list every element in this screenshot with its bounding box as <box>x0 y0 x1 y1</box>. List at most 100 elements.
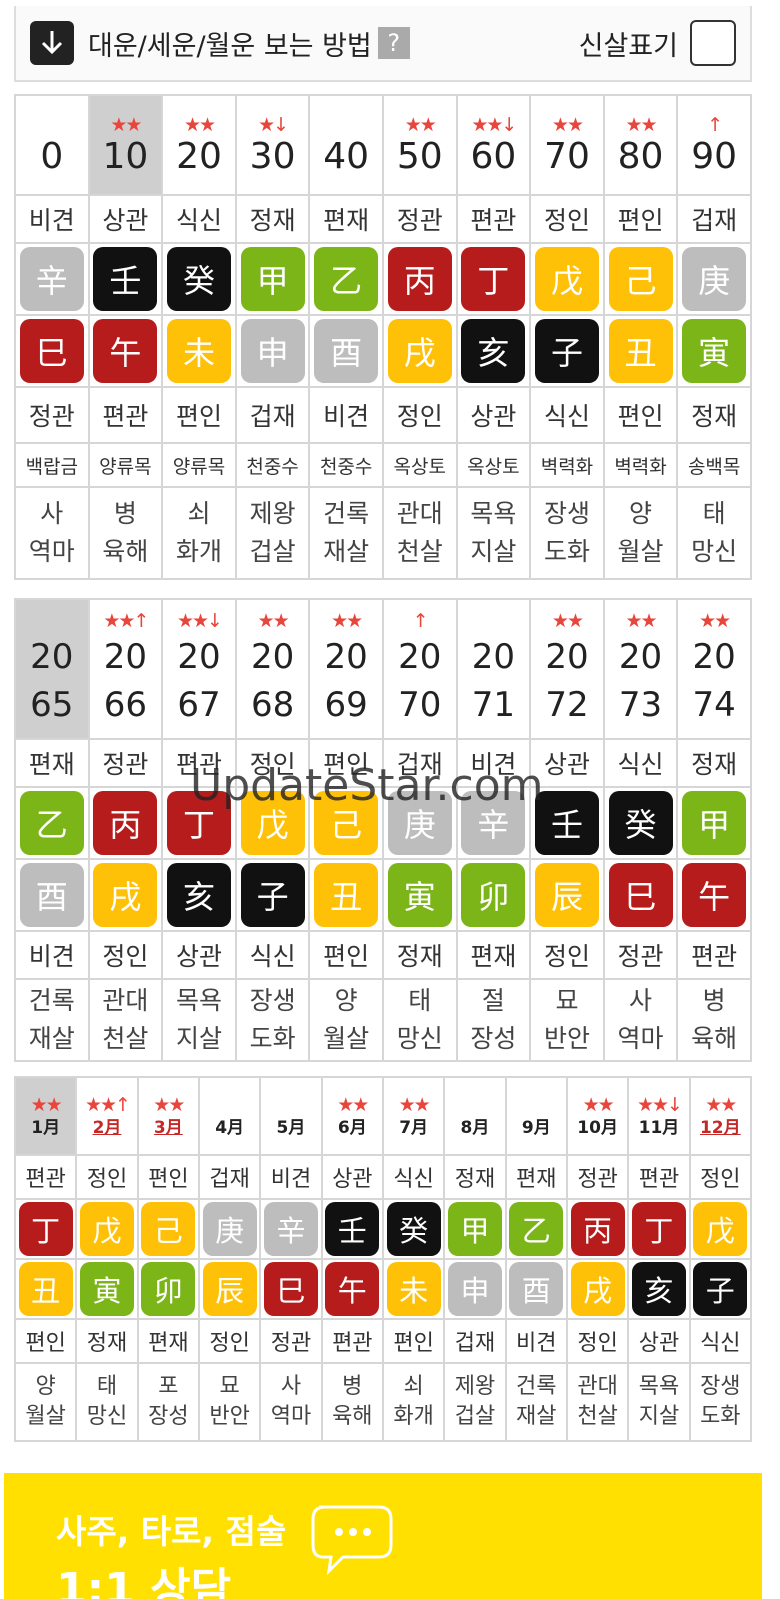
branch-cell: 亥 <box>455 314 532 388</box>
ten-god-top: 상관 <box>87 194 164 244</box>
wolun-month-cell[interactable]: ★★ 6月 <box>320 1076 384 1156</box>
daeun-age-cell[interactable]: ★★ 20 <box>161 94 237 196</box>
branch-cell: 未 <box>381 1258 446 1320</box>
stem-cell: 甲 <box>234 242 311 316</box>
seun-year-cell[interactable]: ★★↑ 20 66 <box>87 598 164 740</box>
daeun-age: 50 <box>396 136 443 177</box>
ten-god-bottom: 정재 <box>676 386 752 444</box>
star-mark <box>508 1093 565 1117</box>
daeun-age-cell[interactable]: ★★↓ 60 <box>455 94 532 196</box>
branch-cell: 午 <box>676 858 752 932</box>
wolun-month-cell[interactable]: 4月 <box>197 1076 262 1156</box>
twelve-stage: 관대 <box>577 1374 618 1399</box>
branch-cell: 寅 <box>75 1258 139 1320</box>
star-mark: ★★ <box>331 610 363 632</box>
howto-link[interactable]: 대운/세운/월운 보는 방법 <box>88 24 372 63</box>
year-bottom: 72 <box>545 685 589 725</box>
stem-cell: 辛 <box>14 242 90 316</box>
daeun-age-cell[interactable]: ★★ 10 <box>87 94 164 196</box>
seun-year-cell[interactable]: ↑ 20 70 <box>381 598 458 740</box>
ten-god-top: 정관 <box>381 194 458 244</box>
ten-god-bottom: 정관 <box>259 1318 323 1364</box>
seun-year-cell[interactable]: ★★ 20 74 <box>676 598 752 740</box>
heavenly-stem: 甲 <box>240 247 305 311</box>
ten-god-top: 비견 <box>14 194 90 244</box>
branch-cell: 酉 <box>308 314 384 388</box>
ten-god-bottom: 정관 <box>602 930 679 980</box>
ten-god-bottom: 비견 <box>308 386 384 444</box>
twelve-stage: 목욕 <box>638 1374 680 1399</box>
wolun-month-cell[interactable]: ★★ 7月 <box>381 1076 446 1156</box>
twelve-stage-cell: 태 망신 <box>676 486 752 580</box>
seun-year-cell[interactable]: ★★↓ 20 67 <box>161 598 237 740</box>
star-mark: ★★ <box>699 610 731 632</box>
daeun-age-cell[interactable]: ↑ 90 <box>676 94 752 196</box>
seun-year-cell[interactable]: ★★ 20 73 <box>602 598 679 740</box>
star-mark <box>446 1093 503 1117</box>
star-mark <box>17 609 87 633</box>
daeun-age-cell[interactable]: ★★ 50 <box>381 94 458 196</box>
twelve-sinsal: 지살 <box>638 1404 680 1429</box>
earthly-branch: 巳 <box>263 1262 318 1316</box>
wolun-month-cell[interactable]: 8月 <box>443 1076 507 1156</box>
earthly-branch: 酉 <box>19 863 84 927</box>
seun-year-cell[interactable]: 20 65 <box>14 598 90 740</box>
stem-cell: 庚 <box>197 1198 262 1260</box>
twelve-sinsal: 망신 <box>396 1024 443 1053</box>
daeun-age-cell[interactable]: 0 <box>14 94 90 196</box>
wolun-month-cell[interactable]: 9月 <box>504 1076 568 1156</box>
ten-god-top: 편재 <box>308 194 384 244</box>
earthly-branch: 丑 <box>608 319 673 383</box>
napeum: 송백목 <box>676 442 752 488</box>
daeun-age-cell[interactable]: ★★ 80 <box>602 94 679 196</box>
year-bottom: 66 <box>103 685 148 725</box>
wolun-month-cell[interactable]: ★★ 3月 <box>136 1076 200 1156</box>
seun-year-cell[interactable]: ★★ 20 72 <box>529 598 605 740</box>
twelve-stage-cell: 쇠 화개 <box>381 1362 446 1442</box>
daeun-age: 20 <box>176 136 222 177</box>
earthly-branch: 丑 <box>314 863 379 927</box>
year-bottom: 69 <box>324 685 368 725</box>
sinsal-checkbox[interactable] <box>690 20 736 66</box>
twelve-sinsal: 망신 <box>86 1404 128 1429</box>
consult-banner[interactable]: 사주, 타로, 점술 1:1 상담 <box>4 1473 762 1599</box>
ten-god-bottom: 겁재 <box>234 386 311 444</box>
twelve-stage: 태 <box>96 1374 118 1399</box>
daeun-age-cell[interactable]: ★↓ 30 <box>234 94 311 196</box>
year-top: 20 <box>177 637 221 677</box>
year-top: 20 <box>30 637 74 677</box>
twelve-stage-cell: 양 월살 <box>308 978 384 1062</box>
star-mark: ★★ <box>625 610 658 632</box>
wolun-month-cell[interactable]: ★★↓ 11月 <box>627 1076 691 1156</box>
twelve-sinsal: 월살 <box>617 537 664 566</box>
twelve-sinsal: 장성 <box>470 1024 517 1053</box>
seun-year-cell[interactable]: ★★ 20 68 <box>234 598 311 740</box>
download-icon[interactable] <box>30 21 74 65</box>
earthly-branch: 申 <box>240 319 305 383</box>
daeun-age-cell[interactable]: ★★ 70 <box>529 94 605 196</box>
heavenly-stem: 丁 <box>18 1202 73 1256</box>
ten-god-bottom: 겁재 <box>443 1318 507 1364</box>
wolun-month-cell[interactable]: ★★ 10月 <box>565 1076 630 1156</box>
year-top: 20 <box>103 637 148 677</box>
wolun-month-cell[interactable]: ★★ 1月 <box>13 1076 78 1156</box>
twelve-stage: 목욕 <box>175 986 222 1015</box>
ten-god-top: 식신 <box>161 194 237 244</box>
wolun-month-cell[interactable]: ★★↑ 2月 <box>75 1076 139 1156</box>
earthly-branch: 丑 <box>18 1262 73 1316</box>
seun-year-cell[interactable]: 20 71 <box>455 598 532 740</box>
daeun-age-cell[interactable]: 40 <box>308 94 384 196</box>
wolun-month-cell[interactable]: ★★ 12月 <box>688 1076 753 1156</box>
stem-cell: 辛 <box>259 1198 323 1260</box>
twelve-sinsal: 육해 <box>691 1024 738 1053</box>
twelve-stage: 장생 <box>700 1374 741 1399</box>
ten-god-bottom: 편인 <box>161 386 237 444</box>
heavenly-stem: 乙 <box>314 247 379 311</box>
help-icon[interactable]: ? <box>377 27 410 59</box>
wolun-month-cell[interactable]: 5月 <box>259 1076 323 1156</box>
twelve-sinsal: 천살 <box>396 537 443 566</box>
earthly-branch: 戌 <box>93 863 158 927</box>
stem-cell: 癸 <box>602 786 679 860</box>
heavenly-stem: 丁 <box>461 247 526 311</box>
seun-year-cell[interactable]: ★★ 20 69 <box>308 598 384 740</box>
